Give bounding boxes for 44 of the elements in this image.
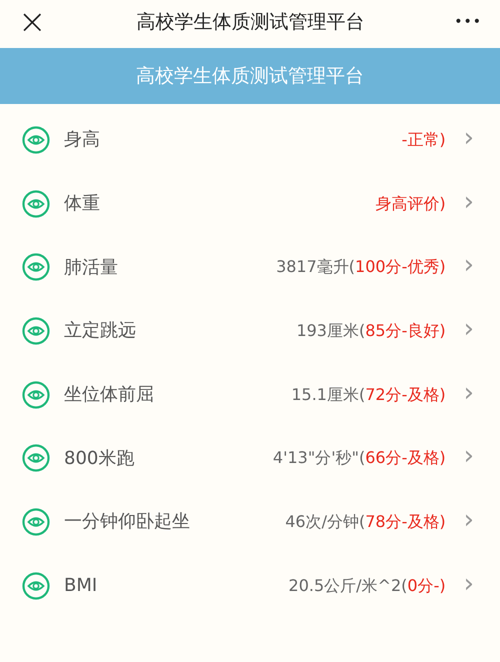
list-item[interactable]: 800米跑 4'13"分'秒"(66分-及格) › (0, 426, 500, 490)
item-label: 身高 (64, 128, 101, 152)
chevron-icon: › (464, 380, 474, 406)
eye-icon (22, 572, 50, 600)
chevron-icon: › (464, 316, 474, 342)
chevron-icon: › (464, 188, 474, 215)
close-button[interactable]: × (18, 5, 46, 39)
item-label: 体重 (64, 192, 101, 216)
item-value: 193厘米(85分-良好) (296, 320, 446, 342)
chevron-icon: › (464, 443, 474, 470)
eye-icon (22, 190, 50, 218)
chevron-icon: › (464, 506, 474, 533)
eye-icon (22, 253, 50, 282)
banner-title: 高校学生体质测试管理平台 (136, 64, 364, 89)
item-value: 3817毫升(100分-优秀) (276, 256, 446, 278)
more-button[interactable]: ••• (454, 12, 482, 32)
item-label: 立定跳远 (64, 319, 137, 344)
window-title: 高校学生体质测试管理平台 (136, 10, 364, 35)
item-value: 4'13"分'秒"(66分-及格) (272, 447, 446, 470)
eye-icon (22, 380, 50, 409)
item-value: -正常) (402, 128, 446, 151)
item-value: 46次/分钟(78分-及格) (285, 510, 446, 533)
list-item[interactable]: 肺活量 3817毫升(100分-优秀) › (0, 235, 500, 300)
item-value: 20.5公斤/米^2(0分-) (288, 574, 446, 597)
list-item[interactable]: 坐位体前屈 15.1厘米(72分-及格) › (0, 362, 500, 426)
chevron-icon: › (464, 124, 474, 151)
item-label: 肺活量 (64, 256, 119, 280)
eye-icon (22, 126, 50, 154)
list-item[interactable]: 体重 身高评价) › (0, 172, 500, 236)
item-label: 800米跑 (64, 446, 136, 471)
chevron-icon: › (464, 570, 474, 597)
list-item[interactable]: BMI 20.5公斤/米^2(0分-) › (0, 554, 500, 618)
eye-icon (22, 444, 50, 472)
item-value: 身高评价) (375, 192, 446, 215)
item-value: 15.1厘米(72分-及格) (291, 384, 446, 406)
item-label: 坐位体前屈 (64, 383, 155, 408)
chevron-icon: › (464, 252, 474, 278)
eye-icon (22, 508, 50, 536)
list-item[interactable]: 立定跳远 193厘米(85分-良好) › (0, 299, 500, 363)
item-label: BMI (64, 574, 98, 598)
eye-icon (22, 316, 50, 345)
list-item[interactable]: 身高 -正常) › (0, 108, 500, 172)
item-label: 一分钟仰卧起坐 (64, 510, 191, 534)
list-item[interactable]: 一分钟仰卧起坐 46次/分钟(78分-及格) › (0, 490, 500, 554)
